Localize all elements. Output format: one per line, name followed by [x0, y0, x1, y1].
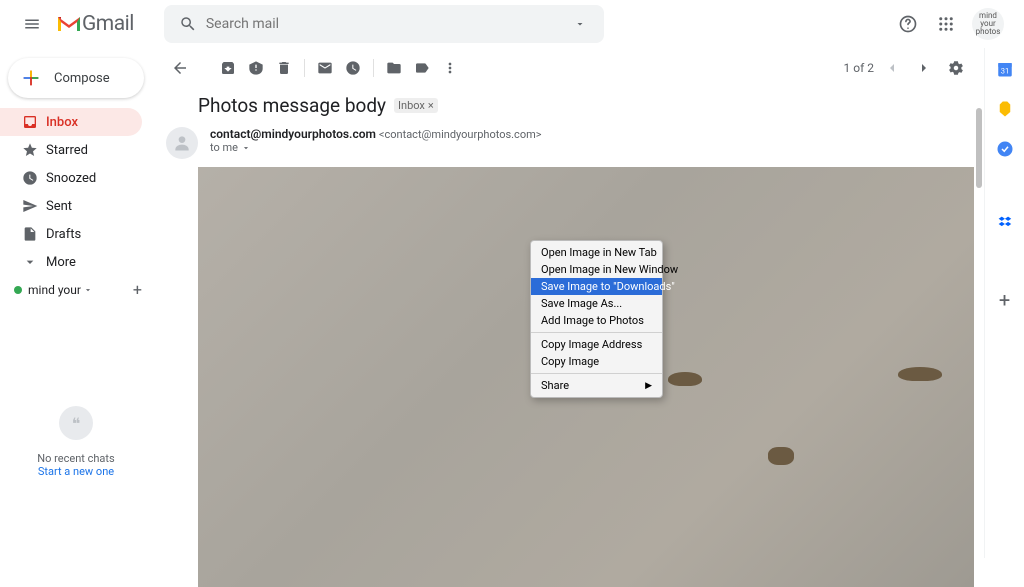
compose-label: Compose [54, 71, 110, 86]
main: Compose Inbox Starred Snoozed Sent Draft… [0, 48, 1024, 558]
more-icon[interactable] [436, 54, 464, 82]
profile-avatar[interactable]: mind your photos [972, 8, 1004, 40]
header-right: mind your photos [896, 8, 1016, 40]
menu-icon[interactable] [8, 0, 56, 48]
spam-icon[interactable] [242, 54, 270, 82]
scrollbar-thumb[interactable] [976, 108, 982, 188]
ctx-share[interactable]: Share▶ [531, 377, 662, 394]
search-options-icon[interactable] [562, 18, 598, 30]
nav-label: Starred [46, 143, 88, 158]
sidebar-item-drafts[interactable]: Drafts [0, 220, 142, 248]
chat-footer: ❝ No recent chats Start a new one [0, 406, 152, 558]
search-icon[interactable] [170, 15, 206, 33]
header: Gmail mind your photos [0, 0, 1024, 48]
move-icon[interactable] [380, 54, 408, 82]
new-chat-button[interactable]: + [133, 280, 142, 299]
dropbox-icon[interactable] [996, 214, 1014, 232]
side-panel: 31 + [984, 48, 1024, 558]
mail-pane: 1 of 2 Photos message body Inbox× contac… [152, 48, 984, 558]
mail-toolbar: 1 of 2 [152, 48, 984, 88]
gmail-logo[interactable]: Gmail [56, 12, 134, 36]
chat-none-text: No recent chats [0, 452, 152, 465]
help-icon[interactable] [896, 12, 920, 36]
sender-row: contact@mindyourphotos.com <contact@mind… [152, 127, 984, 161]
sender-email: <contact@mindyourphotos.com> [379, 128, 542, 141]
ctx-separator [531, 332, 662, 333]
ctx-open-new-tab[interactable]: Open Image in New Tab [531, 244, 662, 261]
nav-label: Inbox [46, 115, 78, 130]
tasks-icon[interactable] [996, 140, 1014, 158]
email-subject: Photos message body [198, 94, 386, 117]
subject-row: Photos message body Inbox× [152, 88, 984, 127]
delete-icon[interactable] [270, 54, 298, 82]
to-line: to me [210, 141, 238, 154]
start-chat-link[interactable]: Start a new one [0, 465, 152, 478]
hangout-label: mind your [28, 283, 81, 297]
plus-icon [20, 67, 42, 89]
mark-unread-icon[interactable] [311, 54, 339, 82]
search-bar[interactable] [164, 5, 604, 43]
chip-close-icon[interactable]: × [428, 99, 434, 112]
settings-icon[interactable] [942, 54, 970, 82]
sidebar-item-more[interactable]: More [0, 248, 142, 276]
sidebar-item-sent[interactable]: Sent [0, 192, 142, 220]
chat-bubble-icon: ❝ [59, 406, 93, 440]
svg-text:31: 31 [1000, 67, 1008, 76]
content: 1 of 2 Photos message body Inbox× contac… [152, 48, 1024, 558]
calendar-icon[interactable]: 31 [996, 60, 1014, 78]
ctx-open-new-window[interactable]: Open Image in New Window [531, 261, 662, 278]
clock-icon [22, 170, 46, 186]
label-icon[interactable] [408, 54, 436, 82]
presence-icon [14, 286, 22, 294]
nav-label: Snoozed [46, 171, 96, 186]
snooze-icon[interactable] [339, 54, 367, 82]
chevron-down-icon [22, 254, 46, 270]
inbox-icon [22, 114, 46, 130]
submenu-arrow-icon: ▶ [645, 381, 652, 391]
archive-icon[interactable] [214, 54, 242, 82]
gmail-m-icon [56, 14, 82, 34]
prev-icon[interactable] [878, 54, 906, 82]
send-icon [22, 198, 46, 214]
apps-icon[interactable] [934, 12, 958, 36]
sidebar-item-starred[interactable]: Starred [0, 136, 142, 164]
ctx-save-downloads[interactable]: Save Image to "Downloads" [531, 278, 662, 295]
compose-button[interactable]: Compose [8, 58, 144, 98]
logo-text: Gmail [82, 12, 134, 36]
sender-avatar[interactable] [166, 127, 198, 159]
page-count: 1 of 2 [844, 61, 874, 75]
back-icon[interactable] [166, 54, 194, 82]
caret-down-icon [83, 285, 93, 295]
search-input[interactable] [206, 16, 562, 32]
ctx-copy-image[interactable]: Copy Image [531, 353, 662, 370]
inbox-chip[interactable]: Inbox× [394, 98, 438, 113]
keep-icon[interactable] [996, 100, 1014, 118]
hangouts-row[interactable]: mind your + [0, 280, 152, 299]
sender-name: contact@mindyourphotos.com [210, 127, 376, 141]
details-caret-icon[interactable] [241, 143, 251, 153]
ctx-add-to-photos[interactable]: Add Image to Photos [531, 312, 662, 329]
sidebar-item-inbox[interactable]: Inbox [0, 108, 142, 136]
context-menu: Open Image in New Tab Open Image in New … [530, 240, 663, 398]
next-icon[interactable] [910, 54, 938, 82]
nav-label: Drafts [46, 227, 81, 242]
sidebar-item-snoozed[interactable]: Snoozed [0, 164, 142, 192]
star-icon [22, 142, 46, 158]
sidebar: Compose Inbox Starred Snoozed Sent Draft… [0, 48, 152, 558]
ctx-copy-address[interactable]: Copy Image Address [531, 336, 662, 353]
ctx-separator [531, 373, 662, 374]
ctx-save-as[interactable]: Save Image As... [531, 295, 662, 312]
get-addons-icon[interactable]: + [999, 288, 1010, 312]
file-icon [22, 226, 46, 242]
nav-label: Sent [46, 199, 72, 214]
nav-label: More [46, 255, 76, 270]
